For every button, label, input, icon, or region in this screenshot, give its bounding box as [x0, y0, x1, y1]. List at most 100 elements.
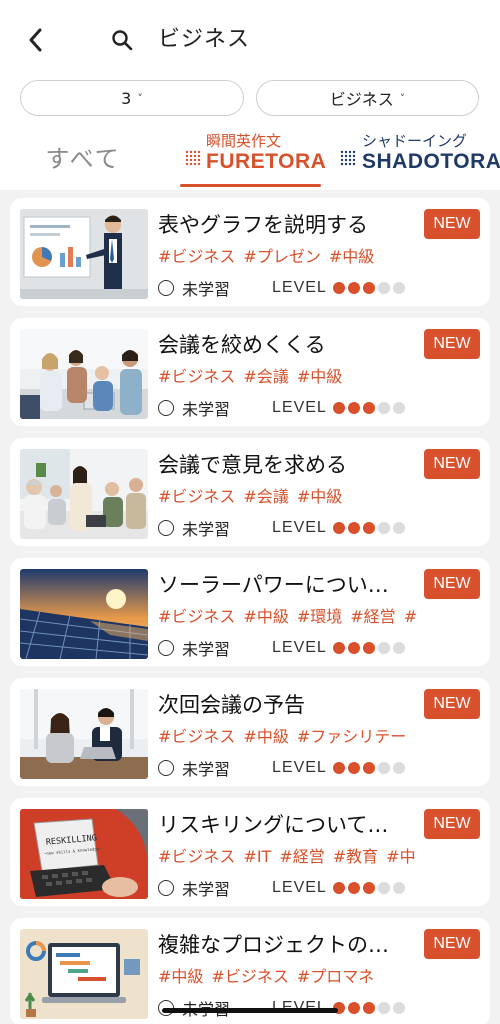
lesson-card[interactable]: ソーラーパワーについ… #ビジネス #中級 #環境 #経営 # 未学習 LEVEL NE…: [10, 558, 490, 666]
tag[interactable]: #ビジネス: [158, 727, 235, 746]
tab-bar: すべて 瞬間英作文 FURETORA シャドーイング SHADOTORA: [0, 124, 500, 190]
level-dot-filled: [363, 282, 375, 294]
new-badge: NEW: [424, 449, 480, 479]
tab-all[interactable]: すべて: [28, 124, 138, 188]
tag[interactable]: #中: [386, 847, 415, 866]
tab-furetora[interactable]: 瞬間英作文 FURETORA: [180, 124, 326, 188]
lesson-tags: #ビジネス #中級 #環境 #経営 #: [158, 605, 422, 629]
study-status-label: 未学習: [182, 520, 231, 539]
level-dot-filled: [348, 402, 360, 414]
lesson-card[interactable]: 次回会議の予告 #ビジネス #中級 #ファシリテー 未学習 LEVEL NEW: [10, 678, 490, 786]
circle-icon: [158, 520, 174, 536]
study-status-label: 未学習: [182, 880, 231, 899]
tag[interactable]: #経営: [279, 847, 324, 866]
lesson-thumbnail: RESKILLING —new skills & knowledge—: [20, 809, 148, 899]
category-filter[interactable]: ビジネス ˅: [256, 80, 479, 116]
tag[interactable]: #中級: [329, 247, 374, 266]
level-dot-filled: [333, 882, 345, 894]
level-dot-filled: [348, 642, 360, 654]
level-indicator: [333, 282, 408, 294]
level-dot-filled: [333, 762, 345, 774]
tag[interactable]: #中級: [297, 367, 342, 386]
level-filter[interactable]: 3 ˅: [20, 80, 244, 116]
level-dot-empty: [378, 882, 390, 894]
tag[interactable]: #教育: [333, 847, 378, 866]
lesson-title: 会議を絞めくくる: [158, 333, 326, 357]
level-dot-filled: [348, 282, 360, 294]
tag[interactable]: #ビジネス: [158, 247, 235, 266]
level-dot-filled: [363, 762, 375, 774]
back-button[interactable]: [20, 24, 52, 56]
level-dot-empty: [393, 762, 405, 774]
level-indicator: [333, 522, 408, 534]
lesson-title: 会議で意見を求める: [158, 453, 347, 477]
lesson-thumbnail: [20, 929, 148, 1019]
study-status-label: 未学習: [182, 280, 231, 299]
tag[interactable]: #: [404, 607, 417, 626]
level-label: LEVEL: [272, 759, 327, 776]
lesson-card[interactable]: RESKILLING —new skills & knowledge— リスキリ…: [10, 798, 490, 906]
level-dot-filled: [333, 642, 345, 654]
lesson-title: ソーラーパワーについ…: [158, 573, 389, 597]
search-icon[interactable]: [110, 28, 134, 52]
circle-icon: [158, 400, 174, 416]
new-badge: NEW: [424, 569, 480, 599]
new-badge: NEW: [424, 209, 480, 239]
tag[interactable]: #会議: [243, 367, 288, 386]
chevron-down-icon: ˅: [137, 91, 143, 105]
study-status: 未学習: [158, 756, 230, 780]
tab-furetora-brand: FURETORA: [206, 150, 327, 173]
tag[interactable]: #IT: [243, 847, 271, 866]
tab-all-label: すべて: [45, 144, 121, 173]
tag[interactable]: #環境: [297, 607, 342, 626]
tag[interactable]: #会議: [243, 487, 288, 506]
lesson-title: 複雑なプロジェクトの…: [158, 933, 389, 957]
level-dot-filled: [363, 522, 375, 534]
level-label: LEVEL: [272, 639, 327, 656]
tab-shadotora[interactable]: シャドーイング SHADOTORA: [336, 124, 500, 188]
level-dot-filled: [333, 402, 345, 414]
level-dot-empty: [378, 522, 390, 534]
level-indicator: [333, 882, 408, 894]
active-tab-indicator: [180, 184, 321, 187]
tag[interactable]: #ファシリテー: [297, 727, 406, 746]
new-badge: NEW: [424, 929, 480, 959]
tag[interactable]: #中級: [158, 967, 203, 986]
study-status-label: 未学習: [182, 640, 231, 659]
lesson-tags: #ビジネス #IT #経営 #教育 #中: [158, 845, 422, 869]
tag[interactable]: #中級: [243, 607, 288, 626]
new-badge: NEW: [424, 809, 480, 839]
lesson-list[interactable]: 表やグラフを説明する #ビジネス #プレゼン #中級 未学習 LEVEL NEW: [0, 190, 500, 1024]
tag[interactable]: #経営: [350, 607, 395, 626]
chevron-down-icon: ˅: [399, 91, 406, 105]
level-label: LEVEL: [272, 879, 327, 896]
study-status: 未学習: [158, 276, 230, 300]
tag[interactable]: #中級: [297, 487, 342, 506]
level-dot-filled: [333, 522, 345, 534]
lesson-thumbnail: [20, 329, 148, 419]
circle-icon: [158, 280, 174, 296]
tab-shadotora-sub: シャドーイング: [362, 132, 468, 150]
tag[interactable]: #プロマネ: [297, 967, 374, 986]
tag[interactable]: #ビジネス: [158, 487, 235, 506]
level-dot-filled: [348, 1002, 360, 1014]
lesson-title: 表やグラフを説明する: [158, 213, 368, 237]
lesson-card[interactable]: 会議を絞めくくる #ビジネス #会議 #中級 未学習 LEVEL NEW: [10, 318, 490, 426]
tag[interactable]: #プレゼン: [243, 247, 320, 266]
lesson-card[interactable]: 表やグラフを説明する #ビジネス #プレゼン #中級 未学習 LEVEL NEW: [10, 198, 490, 306]
tag[interactable]: #ビジネス: [211, 967, 288, 986]
study-status: 未学習: [158, 876, 230, 900]
circle-icon: [158, 760, 174, 776]
filter-bar: 3 ˅ ビジネス ˅: [0, 78, 500, 120]
level-dot-filled: [333, 282, 345, 294]
home-indicator[interactable]: [162, 1008, 338, 1013]
tag[interactable]: #中級: [243, 727, 288, 746]
lesson-tags: #ビジネス #会議 #中級: [158, 485, 422, 509]
tag[interactable]: #ビジネス: [158, 607, 235, 626]
study-status: 未学習: [158, 396, 230, 420]
lesson-card[interactable]: 会議で意見を求める #ビジネス #会議 #中級 未学習 LEVEL NEW: [10, 438, 490, 546]
search-query[interactable]: ビジネス: [158, 24, 250, 56]
tag[interactable]: #ビジネス: [158, 847, 235, 866]
tag[interactable]: #ビジネス: [158, 367, 235, 386]
level-dot-empty: [378, 642, 390, 654]
